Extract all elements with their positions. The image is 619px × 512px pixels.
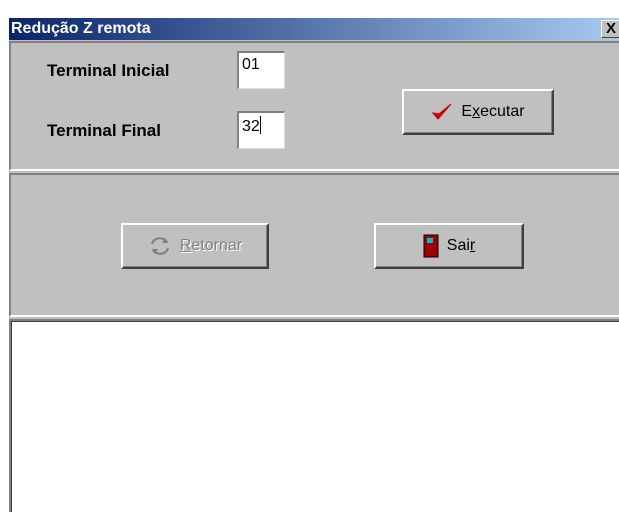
checkmark-icon: [431, 102, 453, 122]
retornar-button[interactable]: Retornar: [121, 223, 269, 269]
retornar-label: Retornar: [179, 237, 243, 254]
refresh-icon: [148, 235, 172, 257]
text-caret: [259, 116, 261, 134]
output-area[interactable]: [9, 319, 619, 512]
reducao-z-window: Redução Z remota X Terminal Inicial 01 T…: [9, 18, 619, 512]
sair-label: Sair: [446, 237, 476, 254]
terminal-inicial-label: Terminal Inicial: [47, 61, 170, 80]
sair-button[interactable]: Sair: [374, 223, 524, 269]
close-button[interactable]: X: [601, 20, 619, 38]
door-exit-icon: [423, 234, 439, 258]
executar-label: Executar: [461, 103, 525, 120]
terminal-final-input[interactable]: 32: [237, 111, 285, 149]
actions-panel: Retornar Sair: [9, 173, 619, 317]
terminal-range-panel: Terminal Inicial 01 Terminal Final 32 Ex…: [9, 41, 619, 171]
executar-button[interactable]: Executar: [402, 89, 554, 135]
terminal-final-label: Terminal Final: [47, 121, 161, 140]
window-title: Redução Z remota: [11, 20, 151, 37]
title-bar[interactable]: Redução Z remota X: [9, 18, 619, 40]
terminal-inicial-input[interactable]: 01: [237, 51, 285, 89]
